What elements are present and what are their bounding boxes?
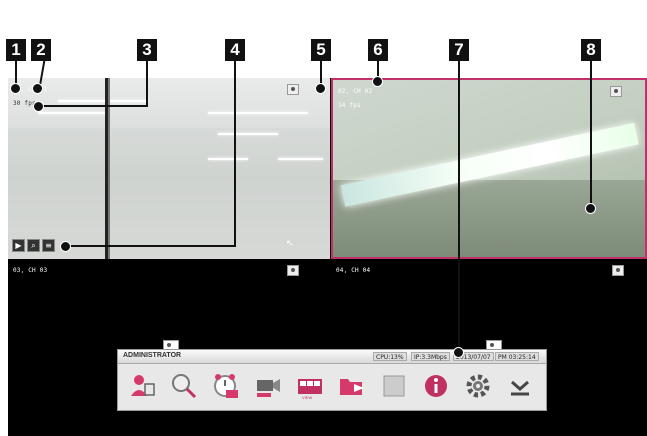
channel-label: 04, CH 04 (336, 267, 371, 274)
collapse-down-icon[interactable] (506, 372, 534, 400)
blank-icon[interactable] (380, 372, 408, 400)
leader-line-7 (458, 61, 460, 351)
cpu-status: CPU:13% (373, 352, 407, 361)
settings-gear-icon[interactable] (464, 372, 492, 400)
callout-8: 8 (581, 39, 601, 61)
ceiling-light (218, 133, 278, 135)
view-layout-label: VIEW (302, 395, 313, 400)
callout-marker-6 (372, 76, 383, 87)
export-folder-icon[interactable] (338, 372, 366, 400)
ceiling-light (278, 158, 323, 160)
callout-marker-7 (453, 347, 464, 358)
taskbar: ADMINISTRATOR CPU:13% IP:3.3Mbps 2013/07… (117, 349, 547, 411)
ceiling-light (38, 112, 108, 114)
search-icon[interactable]: ⌕ (27, 239, 40, 252)
callout-marker-8 (585, 203, 596, 214)
ceiling-light (58, 100, 148, 102)
leader-line-3-horizontal (40, 105, 148, 107)
play-icon[interactable]: ▶ (12, 239, 25, 252)
time-display: PM 03:25:14 (495, 352, 539, 361)
ceiling-light (208, 158, 248, 160)
callout-marker-2 (32, 83, 43, 94)
ceiling (8, 78, 330, 128)
callout-7: 7 (449, 39, 469, 61)
callout-3: 3 (137, 39, 157, 61)
camera-icon (287, 265, 299, 276)
camera-icon (612, 265, 624, 276)
mouse-cursor-icon: ↖ (286, 239, 294, 249)
menu-icon[interactable]: ≡ (42, 239, 55, 252)
ceiling-light (208, 112, 308, 114)
search-icon[interactable] (170, 372, 198, 400)
callout-marker-4 (60, 241, 71, 252)
taskbar-icon-row: VIEW (118, 364, 546, 410)
callout-4: 4 (225, 39, 245, 61)
fps-readout: 14 fps (338, 102, 361, 109)
user-label: ADMINISTRATOR (123, 352, 182, 359)
callout-marker-3 (33, 101, 44, 112)
camera-icon (610, 86, 622, 97)
taskbar-status-bar: ADMINISTRATOR CPU:13% IP:3.3Mbps 2013/07… (118, 350, 546, 364)
leader-line-4-vertical (234, 61, 236, 247)
callout-5: 5 (311, 39, 331, 61)
camera-icon (287, 84, 299, 95)
user-logout-icon[interactable] (128, 372, 156, 400)
leader-line-8 (590, 61, 592, 207)
channel-2-view[interactable]: 02, CH 02 14 fps (331, 78, 647, 259)
callout-marker-1 (10, 83, 21, 94)
schedule-alarm-icon[interactable] (212, 372, 240, 400)
callout-marker-5 (315, 83, 326, 94)
callout-6: 6 (368, 39, 388, 61)
channel-label: 02, CH 02 (338, 88, 373, 95)
leader-line-4-horizontal (66, 245, 236, 247)
callout-2: 2 (31, 39, 51, 61)
record-camera-icon[interactable] (254, 372, 282, 400)
info-icon[interactable] (422, 372, 450, 400)
leader-line-3-vertical (146, 61, 148, 107)
network-status: IP:3.3Mbps (411, 352, 450, 361)
channel-label: 03, CH 03 (13, 267, 48, 274)
callout-1: 1 (6, 39, 26, 61)
